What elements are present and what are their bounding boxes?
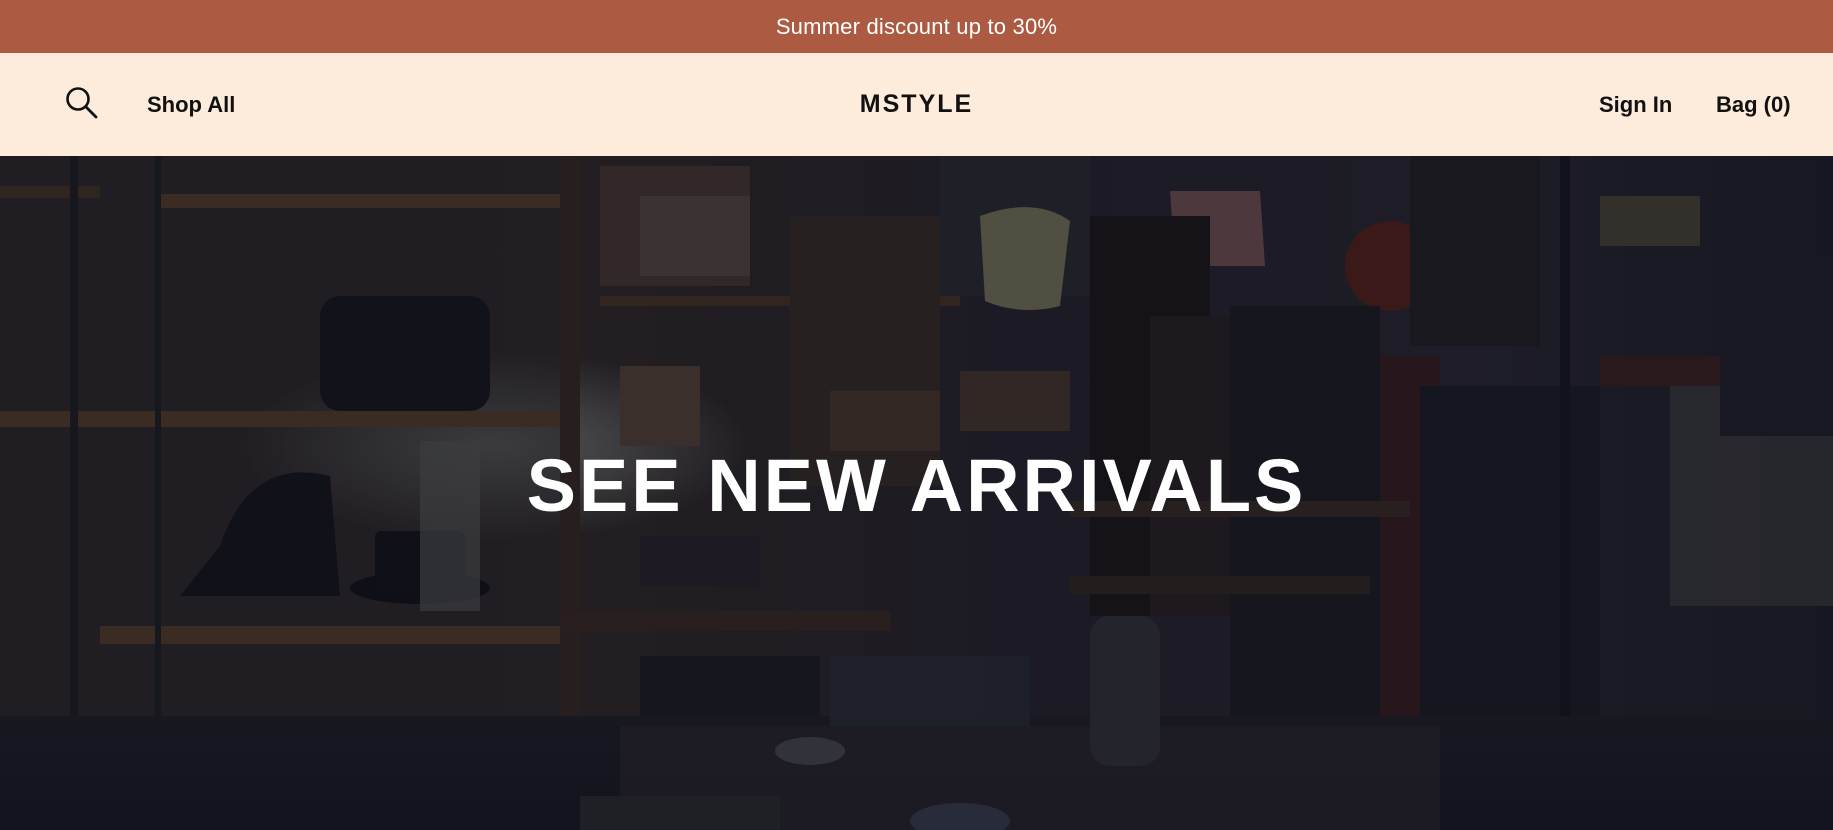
hero-title[interactable]: SEE NEW ARRIVALS (0, 449, 1833, 523)
site-header: Shop All MSTYLE Sign In Bag (0) (0, 53, 1833, 156)
sign-in-link[interactable]: Sign In (1599, 53, 1672, 156)
brand-logo-container: MSTYLE (0, 53, 1833, 156)
announcement-bar: Summer discount up to 30% (0, 0, 1833, 53)
search-icon (66, 87, 98, 119)
shop-all-link[interactable]: Shop All (147, 53, 235, 156)
search-button[interactable] (64, 85, 100, 121)
bag-link[interactable]: Bag (0) (1716, 53, 1791, 156)
announcement-text: Summer discount up to 30% (775, 13, 1058, 39)
hero-banner[interactable]: SEE NEW ARRIVALS (0, 156, 1833, 830)
brand-logo[interactable]: MSTYLE (860, 90, 973, 119)
